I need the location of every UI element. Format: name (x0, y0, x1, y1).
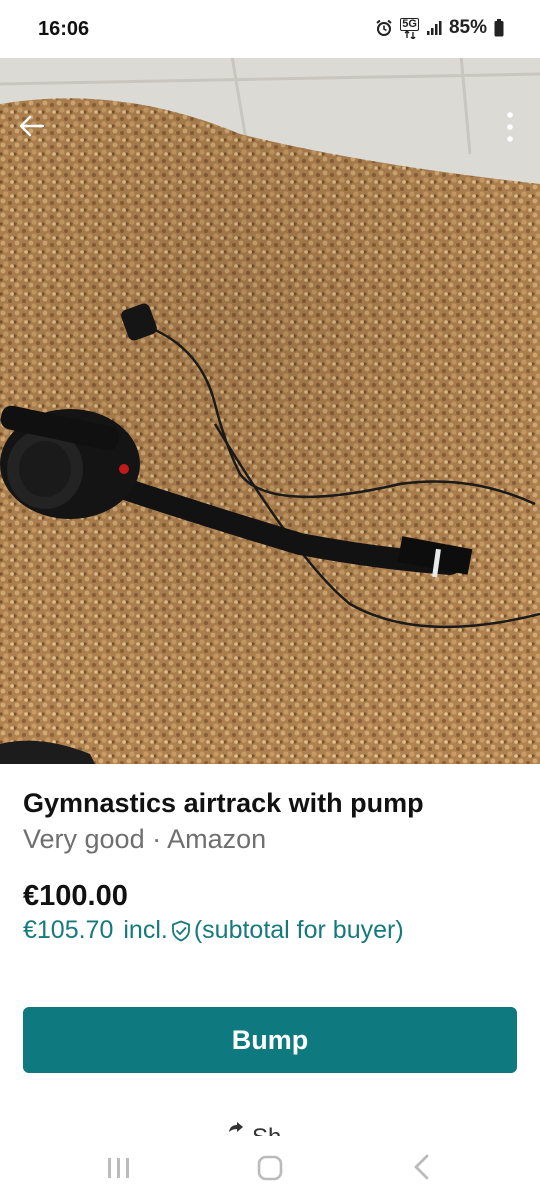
subtotal-note: (subtotal for buyer) (193, 916, 404, 944)
listing-price: €100.00 (23, 880, 128, 912)
listing-condition-brand: Very good · Amazon (23, 824, 267, 854)
share-icon (229, 1122, 243, 1132)
more-options-icon[interactable] (504, 110, 516, 144)
battery-icon (494, 19, 504, 37)
buyer-price-row[interactable]: €105.70 incl. (subtotal for buyer) (23, 916, 404, 945)
listing-title: Gymnastics airtrack with pump (23, 788, 424, 818)
back-arrow-icon[interactable] (18, 112, 46, 140)
status-icons: 5G 85% (375, 17, 504, 39)
product-photo[interactable] (0, 44, 540, 764)
status-bar: 16:06 5G 85% (0, 0, 540, 58)
shield-check-icon (171, 920, 190, 941)
system-nav-bar (0, 1140, 540, 1200)
battery-percent: 85% (448, 17, 487, 38)
network-5g-icon: 5G (400, 17, 419, 39)
nav-back-icon[interactable] (410, 1154, 434, 1180)
home-icon[interactable] (257, 1155, 283, 1181)
product-image (0, 44, 540, 764)
alarm-icon (375, 19, 393, 37)
status-time: 16:06 (38, 18, 90, 40)
buyer-price: €105.70 (23, 916, 114, 944)
signal-icon (426, 20, 442, 36)
share-label: Sh (252, 1124, 281, 1136)
bump-button[interactable]: Bump (23, 1007, 517, 1073)
recent-apps-icon[interactable] (106, 1156, 132, 1180)
incl-label: incl. (123, 916, 168, 944)
share-button[interactable]: Sh (226, 1120, 281, 1136)
